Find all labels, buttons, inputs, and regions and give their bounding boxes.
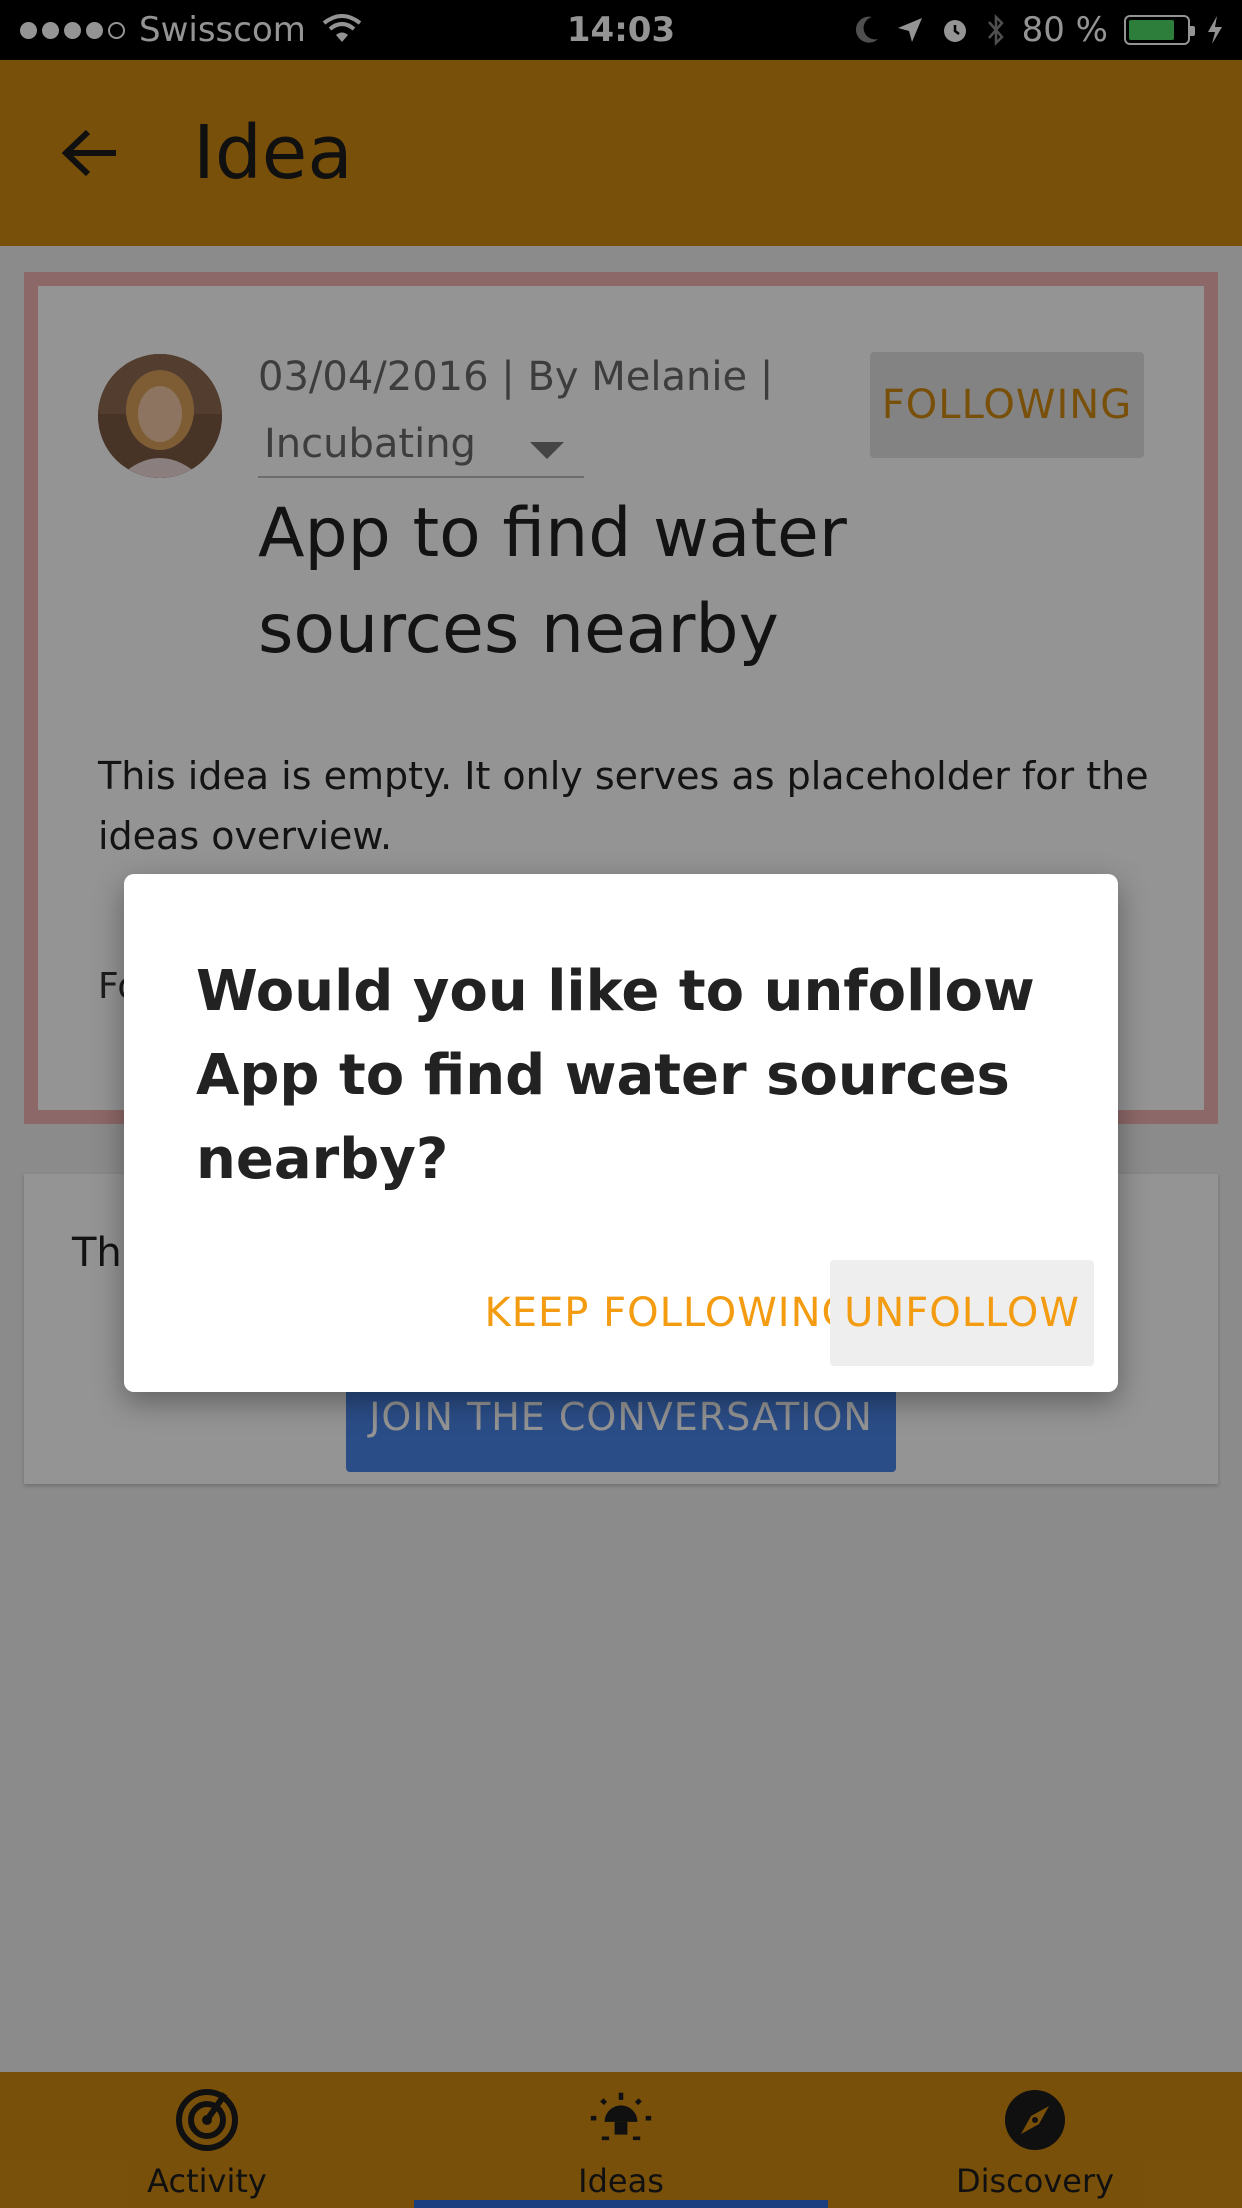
- unfollow-dialog: Would you like to unfollow App to find w…: [124, 874, 1118, 1392]
- unfollow-button[interactable]: UNFOLLOW: [830, 1260, 1094, 1366]
- dialog-message: Would you like to unfollow App to find w…: [196, 959, 1035, 1192]
